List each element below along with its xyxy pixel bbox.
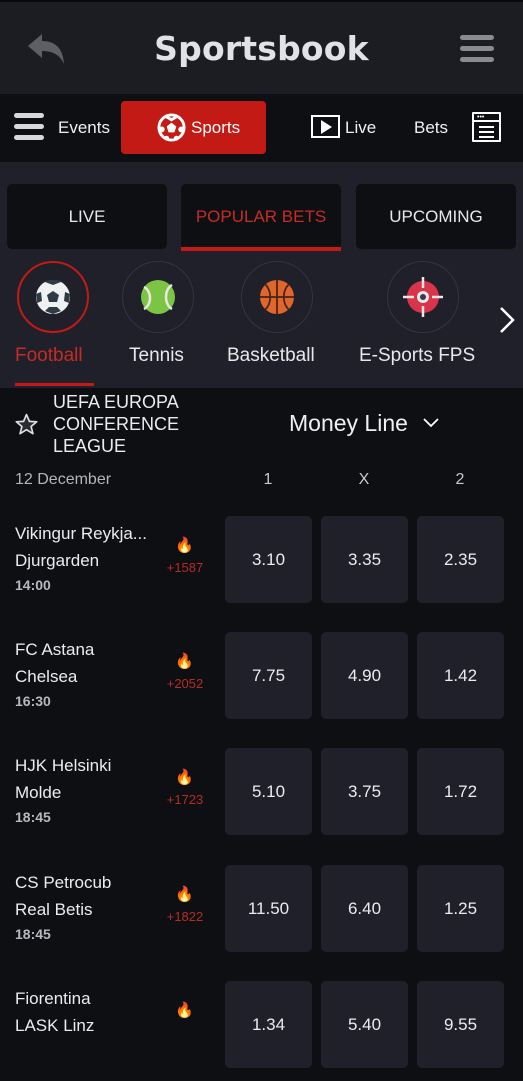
main-nav: Events Sports Live Bets ••• [0, 94, 523, 162]
odds-button[interactable]: 3.75 [321, 748, 408, 835]
home-team: Vikingur Reykja... [15, 524, 147, 543]
sport-icon-frame [241, 261, 313, 333]
nav-sports-button[interactable]: Sports [121, 101, 266, 154]
odds-button[interactable]: 3.10 [225, 516, 312, 603]
active-sport-indicator [15, 383, 94, 386]
home-team: Fiorentina [15, 989, 91, 1008]
match-row[interactable]: HJK Helsinki Molde 18:45 🔥 +1723 5.10 3.75 1.72 [0, 732, 523, 848]
filters-panel: LIVE POPULAR BETS UPCOMING Football Tenn… [0, 162, 523, 388]
odds-button[interactable]: 6.40 [321, 865, 408, 952]
betslip-icon[interactable]: ••• [472, 112, 501, 142]
odds-button[interactable]: 11.50 [225, 865, 312, 952]
soccer-ball-icon [36, 280, 70, 314]
play-icon[interactable] [311, 115, 340, 138]
match-time: 18:45 [15, 809, 51, 825]
league-name: UEFA EUROPA CONFERENCE LEAGUE [53, 392, 180, 456]
chevron-right-icon[interactable] [498, 305, 516, 335]
fire-icon: 🔥 [175, 886, 194, 903]
tab-popular-bets[interactable]: POPULAR BETS [181, 184, 341, 251]
odds-button[interactable]: 4.90 [321, 632, 408, 719]
odds-button[interactable]: 1.72 [417, 748, 504, 835]
soccer-ball-icon [157, 113, 186, 142]
popularity-count: +2052 [166, 676, 204, 691]
page-title: Sportsbook [154, 29, 369, 68]
odds-button[interactable]: 2.35 [417, 516, 504, 603]
match-time: 14:00 [15, 577, 51, 593]
odds-button[interactable]: 1.25 [417, 865, 504, 952]
basketball-icon [259, 279, 294, 314]
hamburger-menu-icon[interactable] [14, 113, 44, 141]
match-time: 16:30 [15, 693, 51, 709]
match-row[interactable]: FC Astana Chelsea 16:30 🔥 +2052 7.75 4.90 1.42 [0, 616, 523, 732]
column-header-1: 1 [263, 471, 273, 488]
match-row[interactable]: Vikingur Reykja... Djurgarden 14:00 🔥 +1587 3… [0, 500, 523, 616]
popularity-count: +1587 [166, 560, 204, 575]
sport-label: Tennis [129, 345, 184, 366]
sport-esports-fps[interactable]: E-Sports FPS [359, 261, 480, 385]
away-team: Molde [15, 783, 62, 802]
tennis-ball-icon [140, 279, 175, 314]
home-team: FC Astana [15, 640, 95, 659]
tab-live[interactable]: LIVE [7, 184, 167, 249]
column-header-x: X [358, 471, 370, 488]
away-team: Real Betis [15, 900, 93, 919]
match-row[interactable]: CS Petrocub Real Betis 18:45 🔥 +1822 11.50 6.4… [0, 849, 523, 965]
nav-bets[interactable]: Bets [414, 118, 448, 138]
sport-label: Basketball [227, 345, 315, 366]
odds-button[interactable]: 9.55 [417, 981, 504, 1068]
fire-icon: 🔥 [175, 537, 194, 554]
away-team: Djurgarden [15, 551, 100, 570]
tab-upcoming[interactable]: UPCOMING [356, 184, 516, 249]
sport-football[interactable]: Football [0, 261, 110, 385]
sport-label: Football [15, 345, 83, 366]
popularity-count: +1822 [166, 909, 204, 924]
sport-icon-frame [122, 261, 194, 333]
home-team: HJK Helsinki [15, 756, 112, 775]
market-selector[interactable]: Money Line [289, 410, 408, 437]
column-header-2: 2 [455, 471, 465, 488]
odds-button[interactable]: 7.75 [225, 632, 312, 719]
sport-basketball[interactable]: Basketball [224, 261, 334, 385]
odds-button[interactable]: 5.10 [225, 748, 312, 835]
nav-events[interactable]: Events [58, 118, 110, 138]
odds-button[interactable]: 5.40 [321, 981, 408, 1068]
odds-button[interactable]: 1.42 [417, 632, 504, 719]
hamburger-icon[interactable] [460, 35, 494, 63]
match-date: 12 December [15, 471, 112, 488]
league-header: UEFA EUROPA CONFERENCE LEAGUE Money Line… [0, 388, 523, 500]
odds-button[interactable]: 1.34 [225, 981, 312, 1068]
sport-label: E-Sports FPS [359, 345, 476, 366]
away-team: LASK Linz [15, 1016, 95, 1035]
away-team: Chelsea [15, 667, 78, 686]
match-row[interactable]: Fiorentina LASK Linz 🔥 1.34 5.40 9.55 [0, 965, 523, 1081]
nav-live[interactable]: Live [345, 118, 376, 138]
sport-tennis[interactable]: Tennis [105, 261, 215, 385]
popularity-count: +1723 [166, 792, 204, 807]
star-icon[interactable] [14, 412, 39, 437]
home-team: CS Petrocub [15, 873, 112, 892]
chevron-down-icon[interactable] [423, 417, 439, 429]
match-time: 18:45 [15, 926, 51, 942]
fire-icon: 🔥 [175, 653, 194, 670]
fire-icon: 🔥 [175, 1002, 194, 1019]
sport-icon-frame [387, 261, 459, 333]
sport-icon-frame [17, 261, 89, 333]
top-bar: Sportsbook [0, 0, 523, 94]
nav-sports-label: Sports [191, 118, 241, 137]
odds-button[interactable]: 3.35 [321, 516, 408, 603]
crosshair-icon [402, 276, 443, 317]
fire-icon: 🔥 [175, 769, 194, 786]
